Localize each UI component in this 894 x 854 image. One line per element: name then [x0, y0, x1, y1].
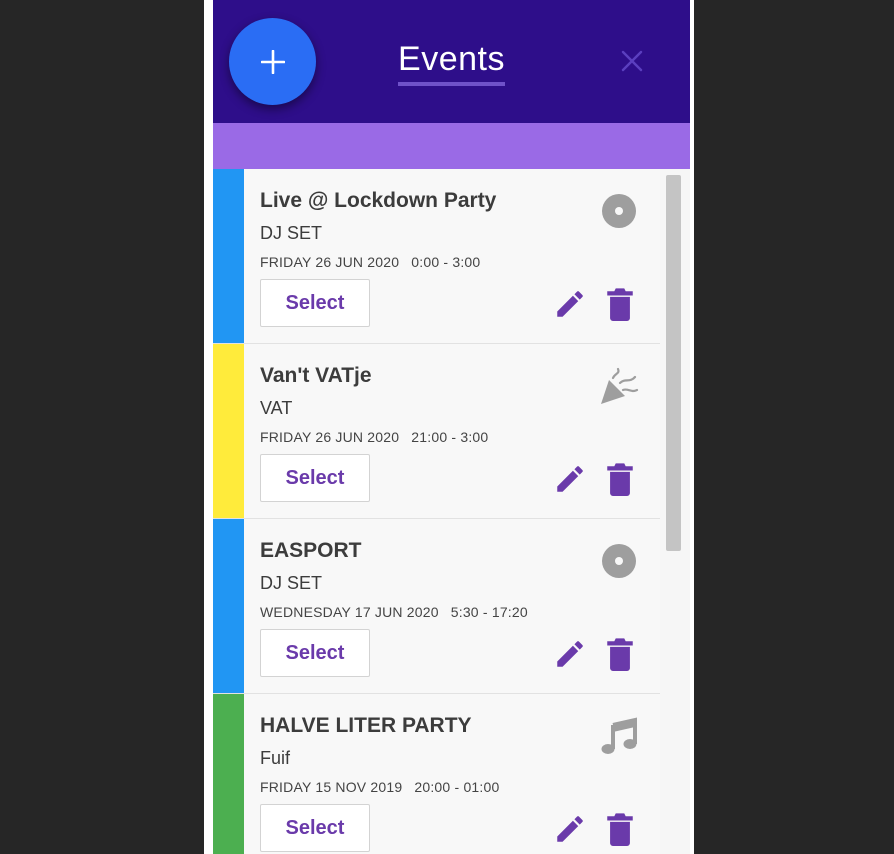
event-card: Van't VATje VAT FRIDAY 26 JUN 2020 21:00 … [213, 344, 660, 519]
event-list: Live @ Lockdown Party DJ SET FRIDAY 26 J… [213, 169, 660, 854]
app-frame: Events Live @ Lockdown Party DJ SET FRID… [204, 0, 694, 854]
event-date: FRIDAY 15 NOV 2019 [260, 779, 403, 795]
music-note-icon [601, 717, 637, 754]
event-type: VAT [260, 398, 293, 418]
event-time: 5:30 - 17:20 [450, 604, 528, 620]
event-name: Van't VATje [260, 364, 372, 387]
event-datetime: WEDNESDAY 17 JUN 2020 5:30 - 17:20 [260, 604, 528, 620]
select-button[interactable]: Select [260, 804, 370, 852]
delete-icon[interactable] [606, 462, 634, 496]
event-time: 20:00 - 01:00 [414, 779, 500, 795]
event-card: HALVE LITER PARTY Fuif FRIDAY 15 NOV 201… [213, 694, 660, 854]
event-type: DJ SET [260, 223, 323, 243]
event-datetime: FRIDAY 26 JUN 2020 0:00 - 3:00 [260, 254, 480, 270]
event-time: 21:00 - 3:00 [411, 429, 489, 445]
close-icon [621, 50, 643, 72]
event-datetime: FRIDAY 15 NOV 2019 20:00 - 01:00 [260, 779, 500, 795]
disc-icon [602, 194, 636, 228]
delete-icon[interactable] [606, 637, 634, 671]
close-button[interactable] [621, 50, 643, 72]
event-datetime: FRIDAY 26 JUN 2020 21:00 - 3:00 [260, 429, 488, 445]
app-container: Events Live @ Lockdown Party DJ SET FRID… [213, 0, 690, 854]
scrollbar-thumb[interactable] [666, 175, 681, 551]
select-button[interactable]: Select [260, 629, 370, 677]
event-name: EASPORT [260, 539, 362, 562]
event-color-stripe [213, 344, 244, 518]
party-popper-icon [601, 367, 639, 404]
event-name: Live @ Lockdown Party [260, 189, 497, 212]
event-date: FRIDAY 26 JUN 2020 [260, 254, 400, 270]
event-type: Fuif [260, 748, 291, 768]
page-title-text: Events [398, 40, 505, 86]
select-button[interactable]: Select [260, 279, 370, 327]
edit-icon[interactable] [553, 637, 587, 671]
delete-icon[interactable] [606, 812, 634, 846]
event-card: EASPORT DJ SET WEDNESDAY 17 JUN 2020 5:30… [213, 519, 660, 694]
app-header: Events [213, 0, 690, 123]
event-type: DJ SET [260, 573, 323, 593]
event-card: Live @ Lockdown Party DJ SET FRIDAY 26 J… [213, 169, 660, 344]
event-color-stripe [213, 169, 244, 343]
edit-icon[interactable] [553, 287, 587, 321]
page-title: Events [213, 40, 690, 86]
disc-icon [602, 544, 636, 578]
header-band [213, 123, 690, 169]
edit-icon[interactable] [553, 462, 587, 496]
event-date: WEDNESDAY 17 JUN 2020 [260, 604, 439, 620]
event-color-stripe [213, 694, 244, 854]
delete-icon[interactable] [606, 287, 634, 321]
event-color-stripe [213, 519, 244, 693]
edit-icon[interactable] [553, 812, 587, 846]
event-name: HALVE LITER PARTY [260, 714, 472, 737]
event-date: FRIDAY 26 JUN 2020 [260, 429, 400, 445]
event-time: 0:00 - 3:00 [411, 254, 481, 270]
select-button[interactable]: Select [260, 454, 370, 502]
